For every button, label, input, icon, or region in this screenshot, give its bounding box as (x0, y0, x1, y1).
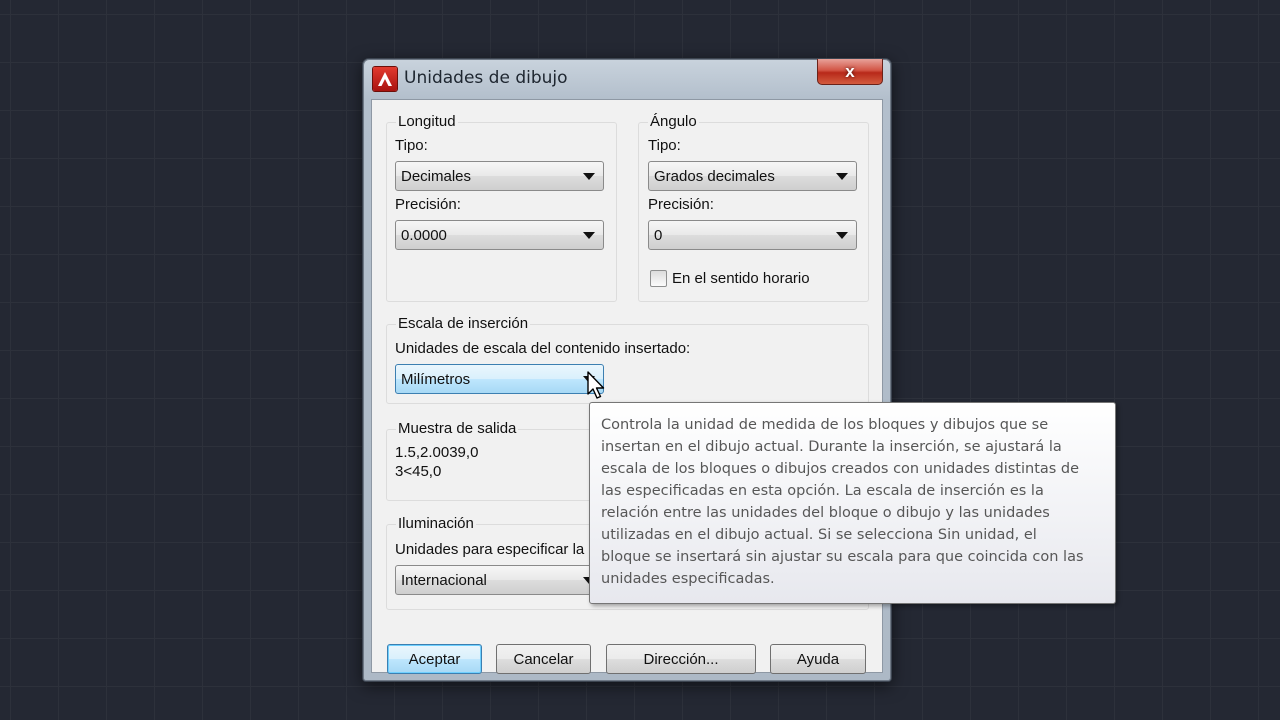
angle-group-title: Ángulo (648, 113, 699, 130)
insertion-units-label: Unidades de escala del contenido inserta… (395, 340, 691, 357)
close-button[interactable]: x (817, 59, 883, 85)
length-precision-label: Precisión: (395, 196, 461, 213)
chevron-down-icon (583, 173, 595, 180)
chevron-down-icon (836, 232, 848, 239)
length-type-label: Tipo: (395, 137, 428, 154)
length-precision-select[interactable]: 0.0000 (395, 220, 604, 250)
ok-button[interactable]: Aceptar (387, 644, 482, 674)
autocad-logo-icon (373, 67, 397, 91)
insertion-scale-title: Escala de inserción (396, 315, 531, 332)
direction-button[interactable]: Dirección... (606, 644, 756, 674)
angle-precision-select[interactable]: 0 (648, 220, 857, 250)
insertion-units-value: Milímetros (401, 370, 471, 388)
angle-type-label: Tipo: (648, 137, 681, 154)
length-group-title: Longitud (396, 113, 458, 130)
tooltip-line-7: bloque se insertará sin ajustar su escal… (601, 549, 1084, 565)
length-type-value: Decimales (401, 167, 472, 185)
angle-type-select[interactable]: Grados decimales (648, 161, 857, 191)
angle-precision-value: 0 (654, 226, 663, 244)
output-sample-line-1: 1.5,2.0039,0 (395, 444, 479, 461)
mouse-cursor-icon (587, 371, 605, 399)
lighting-units-select[interactable]: Internacional (395, 565, 604, 595)
tooltip-line-3: escala de los bloques o dibujos creados … (601, 461, 1080, 477)
cancel-button[interactable]: Cancelar (496, 644, 591, 674)
lighting-title: Iluminación (396, 515, 476, 532)
tooltip-line-1: Controla la unidad de medida de los bloq… (601, 417, 1049, 433)
clockwise-label[interactable]: En el sentido horario (672, 270, 810, 287)
close-icon: x (845, 61, 855, 81)
tooltip-line-5: relación entre las unidades del bloque o… (601, 505, 1050, 521)
insertion-units-tooltip: Controla la unidad de medida de los bloq… (589, 402, 1116, 604)
chevron-down-icon (583, 232, 595, 239)
lighting-units-label: Unidades para especificar la (395, 541, 585, 558)
output-sample-line-2: 3<45,0 (395, 463, 442, 480)
length-type-select[interactable]: Decimales (395, 161, 604, 191)
angle-precision-label: Precisión: (648, 196, 714, 213)
angle-type-value: Grados decimales (654, 167, 775, 185)
insertion-units-select[interactable]: Milímetros (395, 364, 604, 394)
length-precision-value: 0.0000 (401, 226, 447, 244)
tooltip-line-4: las especificadas en esta opción. La esc… (601, 483, 1044, 499)
tooltip-line-2: insertan en el dibujo actual. Durante la… (601, 439, 1062, 455)
title-bar[interactable]: Unidades de dibujo x (363, 59, 891, 99)
window-title: Unidades de dibujo (404, 68, 568, 88)
help-button[interactable]: Ayuda (770, 644, 866, 674)
lighting-units-value: Internacional (401, 571, 487, 589)
output-sample-title: Muestra de salida (396, 420, 519, 437)
chevron-down-icon (836, 173, 848, 180)
clockwise-checkbox[interactable] (650, 270, 667, 287)
tooltip-line-8: unidades especificadas. (601, 571, 775, 587)
tooltip-line-6: utilizadas en el dibujo actual. Si se se… (601, 527, 1037, 543)
